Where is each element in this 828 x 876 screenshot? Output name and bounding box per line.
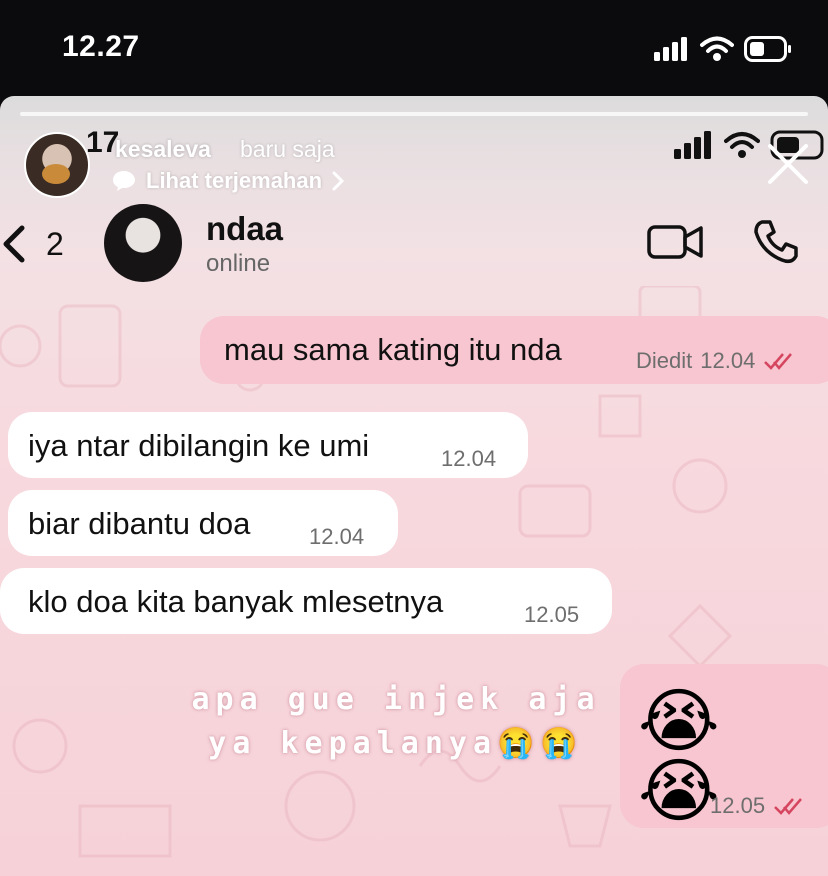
- edited-label: Diedit: [636, 348, 693, 373]
- message-time: 12.05: [524, 602, 580, 627]
- contact-avatar[interactable]: [104, 204, 182, 282]
- story-user-avatar[interactable]: [24, 132, 90, 198]
- message-time: 12.04: [441, 446, 497, 471]
- story-progress-bar: [20, 112, 808, 116]
- message-text: iya ntar dibilangin ke umi: [28, 428, 370, 463]
- message-time: 12.04: [309, 524, 365, 549]
- cellular-signal-icon: [654, 37, 687, 61]
- os-status-icons: [654, 36, 792, 62]
- story-username[interactable]: kesaleva: [115, 136, 211, 163]
- video-call-icon[interactable]: [646, 222, 704, 262]
- phone-call-icon[interactable]: [752, 218, 800, 266]
- see-translation-label: Lihat terjemahan: [146, 168, 323, 193]
- message-text: klo doa kita banyak mlesetnya: [28, 584, 444, 619]
- contact-name[interactable]: ndaa: [206, 210, 283, 248]
- battery-icon: [744, 36, 791, 62]
- os-time: 12.27: [62, 30, 140, 63]
- contact-status: online: [206, 250, 271, 277]
- back-chevron-icon[interactable]: [0, 224, 30, 264]
- message-text: mau sama kating itu nda: [224, 332, 562, 367]
- message-text: biar dibantu doa: [28, 506, 251, 541]
- story-posted-time: baru saja: [240, 136, 335, 162]
- see-translation-link[interactable]: Lihat terjemahan: [112, 168, 345, 194]
- close-icon[interactable]: [764, 140, 812, 188]
- read-ticks-icon: [764, 353, 793, 370]
- avatar-donut-detail: [42, 164, 70, 184]
- wifi-icon: [724, 132, 760, 158]
- story-viewer[interactable]: 17 kesaleva baru saja Lihat terjemahan 2…: [0, 96, 828, 876]
- chevron-right-icon: [332, 171, 345, 191]
- message-meta: 12.05: [710, 793, 803, 819]
- cellular-signal-icon: [674, 131, 711, 159]
- message-meta: Diedit 12.04: [636, 348, 793, 374]
- message-time: 12.04: [700, 348, 756, 373]
- speech-bubble-icon: [113, 171, 135, 191]
- read-ticks-icon: [774, 798, 803, 815]
- wifi-icon: [700, 36, 734, 61]
- os-status-bar: 12.27: [0, 0, 828, 96]
- story-text-overlay: apa gue injek aja ya kepalanya😭😭: [191, 682, 601, 761]
- unread-count[interactable]: 2: [46, 226, 64, 263]
- message-time: 12.05: [710, 793, 766, 818]
